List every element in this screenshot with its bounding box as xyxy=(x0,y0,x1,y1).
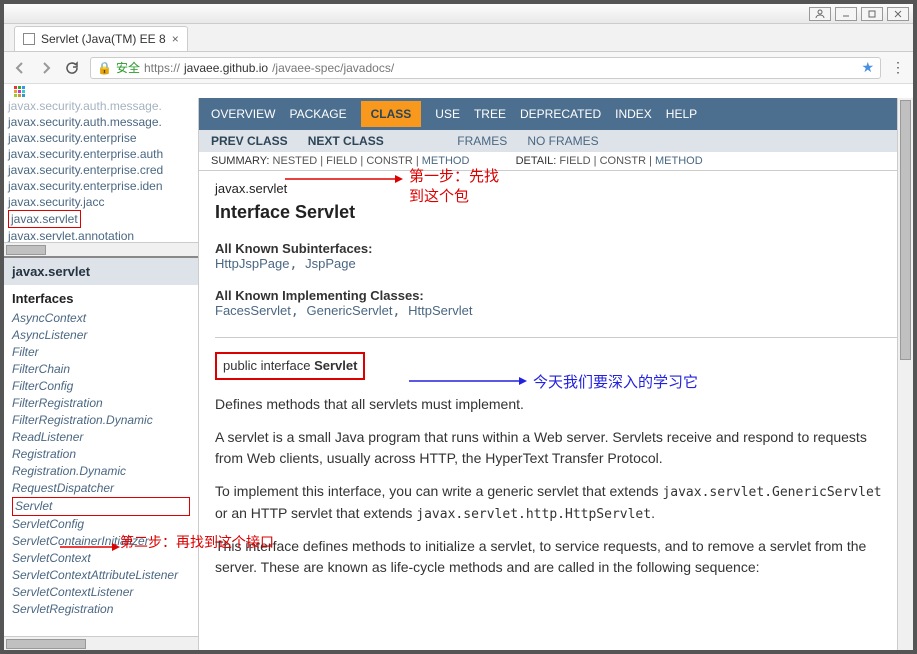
interface-link[interactable]: AsyncListener xyxy=(12,327,190,344)
interface-link[interactable]: FilterRegistration xyxy=(12,395,190,412)
url-path: /javaee-spec/javadocs/ xyxy=(272,61,394,75)
prev-class-link[interactable]: PREV CLASS xyxy=(211,134,288,148)
nav-item[interactable]: USE xyxy=(435,107,460,121)
vscrollbar[interactable] xyxy=(897,98,913,650)
interface-link[interactable]: ServletRegistration xyxy=(12,601,190,618)
package-link[interactable]: javax.security.enterprise.iden xyxy=(8,178,194,194)
bookmark-star-icon[interactable]: ★ xyxy=(861,59,874,76)
interface-link[interactable]: FilterRegistration.Dynamic xyxy=(12,412,190,429)
interface-link[interactable]: Servlet xyxy=(12,497,190,516)
type-link[interactable]: GenericServlet xyxy=(307,303,393,318)
main-frame: OVERVIEW PACKAGE CLASS USE TREE DEPRECATED IND… xyxy=(199,98,913,650)
type-link[interactable]: JspPage xyxy=(305,256,356,271)
tab-strip: Servlet (Java(TM) EE 8 × xyxy=(4,24,913,52)
top-nav: OVERVIEW PACKAGE CLASS USE TREE DEPRECATED IND… xyxy=(199,98,913,130)
interface-link[interactable]: FilterChain xyxy=(12,361,190,378)
package-link[interactable]: javax.servlet xyxy=(8,210,194,228)
doc-content: javax.servlet Interface Servlet All Know… xyxy=(199,171,913,600)
package-label: javax.servlet xyxy=(215,181,287,196)
interface-link[interactable]: Registration xyxy=(12,446,190,463)
noframes-link[interactable]: NO FRAMES xyxy=(527,134,598,148)
package-link[interactable]: javax.security.enterprise.auth xyxy=(8,146,194,162)
nav-item[interactable]: DEPRECATED xyxy=(520,107,601,121)
interface-link[interactable]: ServletContainerInitializer xyxy=(12,533,190,550)
interface-link[interactable]: AsyncContext xyxy=(12,310,190,327)
interface-link[interactable]: ServletConfig xyxy=(12,516,190,533)
type-link[interactable]: FacesServlet xyxy=(215,303,291,318)
summary-nav: SUMMARY: NESTED | FIELD | CONSTR | METHO… xyxy=(199,152,913,171)
package-list-frame: javax.security.auth.message.javax.securi… xyxy=(4,98,198,258)
page-icon xyxy=(23,33,35,45)
package-link[interactable]: javax.security.jacc xyxy=(8,194,194,210)
back-button[interactable] xyxy=(12,60,28,76)
package-link[interactable]: javax.security.enterprise.cred xyxy=(8,162,194,178)
address-field[interactable]: 🔒 安全 https:// javaee.github.io/javaee-spe… xyxy=(90,57,881,79)
interface-link[interactable]: Registration.Dynamic xyxy=(12,463,190,480)
nav-item[interactable]: PACKAGE xyxy=(289,107,346,121)
known-impl-list: FacesServlet, GenericServlet, HttpServle… xyxy=(215,303,897,319)
interface-link[interactable]: RequestDispatcher xyxy=(12,480,190,497)
signature-box: public interface Servlet xyxy=(215,352,365,380)
desc-p1: Defines methods that all servlets must i… xyxy=(215,394,897,415)
interfaces-heading: Interfaces xyxy=(4,285,198,310)
hscrollbar[interactable] xyxy=(4,636,198,650)
url-bar: 🔒 安全 https:// javaee.github.io/javaee-spe… xyxy=(4,52,913,84)
interface-link[interactable]: FilterConfig xyxy=(12,378,190,395)
lock-icon: 🔒 xyxy=(97,61,112,75)
nav-item[interactable]: TREE xyxy=(474,107,506,121)
apps-icon[interactable] xyxy=(14,86,30,98)
interface-link[interactable]: ServletContextListener xyxy=(12,584,190,601)
nav-sublink[interactable]: METHOD xyxy=(655,155,703,167)
window-titlebar xyxy=(4,4,913,24)
package-link[interactable]: javax.security.auth.message. xyxy=(8,114,194,130)
arrow-blue xyxy=(409,371,529,391)
type-link[interactable]: HttpJspPage xyxy=(215,256,289,271)
interface-link[interactable]: ServletContextAttributeListener xyxy=(12,567,190,584)
url-host: javaee.github.io xyxy=(184,61,268,75)
next-class-link[interactable]: NEXT CLASS xyxy=(308,134,384,148)
known-impl-label: All Known Implementing Classes: xyxy=(215,288,897,303)
forward-button xyxy=(38,60,54,76)
nav-item[interactable]: INDEX xyxy=(615,107,652,121)
maximize-button[interactable] xyxy=(861,7,883,21)
secure-label: 安全 xyxy=(116,59,140,76)
reload-button[interactable] xyxy=(64,60,80,76)
nav-sublink[interactable]: METHOD xyxy=(422,155,470,167)
arrow-red-1 xyxy=(285,169,405,189)
nav-item[interactable]: OVERVIEW xyxy=(211,107,275,121)
tab-title: Servlet (Java(TM) EE 8 xyxy=(41,32,166,46)
desc-p2: A servlet is a small Java program that r… xyxy=(215,427,897,469)
known-sub-label: All Known Subinterfaces: xyxy=(215,241,897,256)
interface-link[interactable]: Filter xyxy=(12,344,190,361)
frames-link[interactable]: FRAMES xyxy=(457,134,507,148)
package-link[interactable]: javax.security.enterprise xyxy=(8,130,194,146)
menu-button[interactable]: ⋮ xyxy=(891,59,905,76)
tab-close-icon[interactable]: × xyxy=(172,32,179,46)
hscrollbar[interactable] xyxy=(4,242,198,256)
classframe-header: javax.servlet xyxy=(4,258,198,285)
nav-item[interactable]: CLASS xyxy=(361,101,422,127)
annotation-blue: 今天我们要深入的学习它 xyxy=(533,371,698,392)
browser-tab[interactable]: Servlet (Java(TM) EE 8 × xyxy=(14,26,188,51)
desc-p4: This interface defines methods to initia… xyxy=(215,536,897,578)
known-sub-list: HttpJspPage, JspPage xyxy=(215,256,897,272)
class-list-frame: javax.servlet Interfaces AsyncContextAsy… xyxy=(4,258,198,650)
close-button[interactable] xyxy=(887,7,909,21)
page-title: Interface Servlet xyxy=(215,202,897,223)
minimize-button[interactable] xyxy=(835,7,857,21)
desc-p3: To implement this interface, you can wri… xyxy=(215,481,897,524)
url-proto: https:// xyxy=(144,61,180,75)
interface-link[interactable]: ReadListener xyxy=(12,429,190,446)
apps-row xyxy=(4,84,913,98)
nav-item[interactable]: HELP xyxy=(666,107,697,121)
interface-link[interactable]: ServletContext xyxy=(12,550,190,567)
type-link[interactable]: HttpServlet xyxy=(408,303,472,318)
divider xyxy=(215,337,897,338)
user-icon[interactable] xyxy=(809,7,831,21)
sub-nav: PREV CLASS NEXT CLASS FRAMES NO FRAMES xyxy=(199,130,913,152)
